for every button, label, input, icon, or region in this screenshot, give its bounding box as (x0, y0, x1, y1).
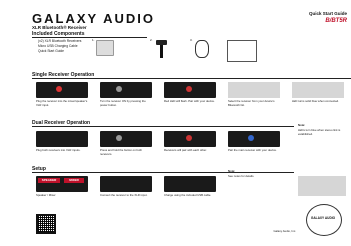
product-subtitle: XLR Bluetooth® Receiver (32, 25, 87, 30)
step-caption: Red LED will flash. Pair with your devic… (164, 99, 215, 103)
step-caption: Plug the receiver into the mixer/speaker… (36, 99, 88, 107)
item-label: 3. (190, 38, 193, 42)
step-photo (100, 131, 152, 147)
step-caption: Receivers will pair with each other. (164, 148, 207, 152)
button-icon (116, 86, 122, 92)
speaker-tag: SPEAKER (38, 178, 60, 183)
footer-brand: GALAXY AUDIO (310, 216, 336, 220)
step-caption: Turn the receiver ON by pressing the pow… (100, 99, 146, 107)
brand-logo: B/BT5R (325, 18, 347, 24)
divider (32, 126, 294, 127)
components-list: (x2) XLR Bluetooth Receivers Micro USB C… (38, 39, 81, 54)
step-caption: Pair the main receiver with your device. (228, 148, 277, 152)
qr-code (36, 214, 56, 234)
brand-title: GALAXY AUDIO (32, 11, 155, 26)
guide-image (227, 40, 257, 62)
led-icon (56, 86, 62, 92)
receiver-image (96, 40, 114, 56)
divider (32, 37, 147, 38)
led-icon (248, 135, 254, 141)
setup-photo (100, 176, 152, 192)
divider (32, 172, 294, 173)
step-caption: LED turns solid blue when connected. (292, 99, 339, 103)
item-label: 2. (150, 38, 153, 42)
mixer-tag: MIXER (64, 178, 84, 183)
step-photo (292, 82, 344, 98)
note-text: See notes for details. (228, 174, 255, 178)
item-label: 1. (92, 38, 95, 42)
step-photo (228, 82, 280, 98)
list-item: Quick Start Guide (38, 49, 65, 53)
charging-photo (298, 176, 346, 196)
step-photo (228, 131, 280, 147)
led-icon (186, 135, 192, 141)
quick-start-label: Quick Start Guide (308, 11, 347, 16)
button-icon (116, 135, 122, 141)
step-photo (36, 82, 88, 98)
step-caption: Plug both receivers into XLR inputs. (36, 148, 81, 152)
footer-address: Galaxy Audio, Inc. (273, 229, 296, 233)
step-caption: Connect the receiver to the XLR input. (100, 193, 148, 197)
setup-photo (164, 176, 216, 192)
step-caption: Press and hold the button on both receiv… (100, 148, 142, 156)
step-photo (36, 131, 88, 147)
step-caption: Speaker / Mixer (36, 193, 56, 197)
step-caption: Charge using the included USB cable. (164, 193, 212, 197)
step-photo (100, 82, 152, 98)
step-caption: Select the receiver from your device's B… (228, 99, 275, 107)
receiver-image (156, 40, 167, 45)
galaxy-audio-logo (306, 204, 342, 236)
led-icon (186, 86, 192, 92)
cable-image (195, 40, 209, 58)
divider (32, 78, 351, 79)
note-text: LEDs turn blue when stereo link is estab… (298, 128, 341, 136)
